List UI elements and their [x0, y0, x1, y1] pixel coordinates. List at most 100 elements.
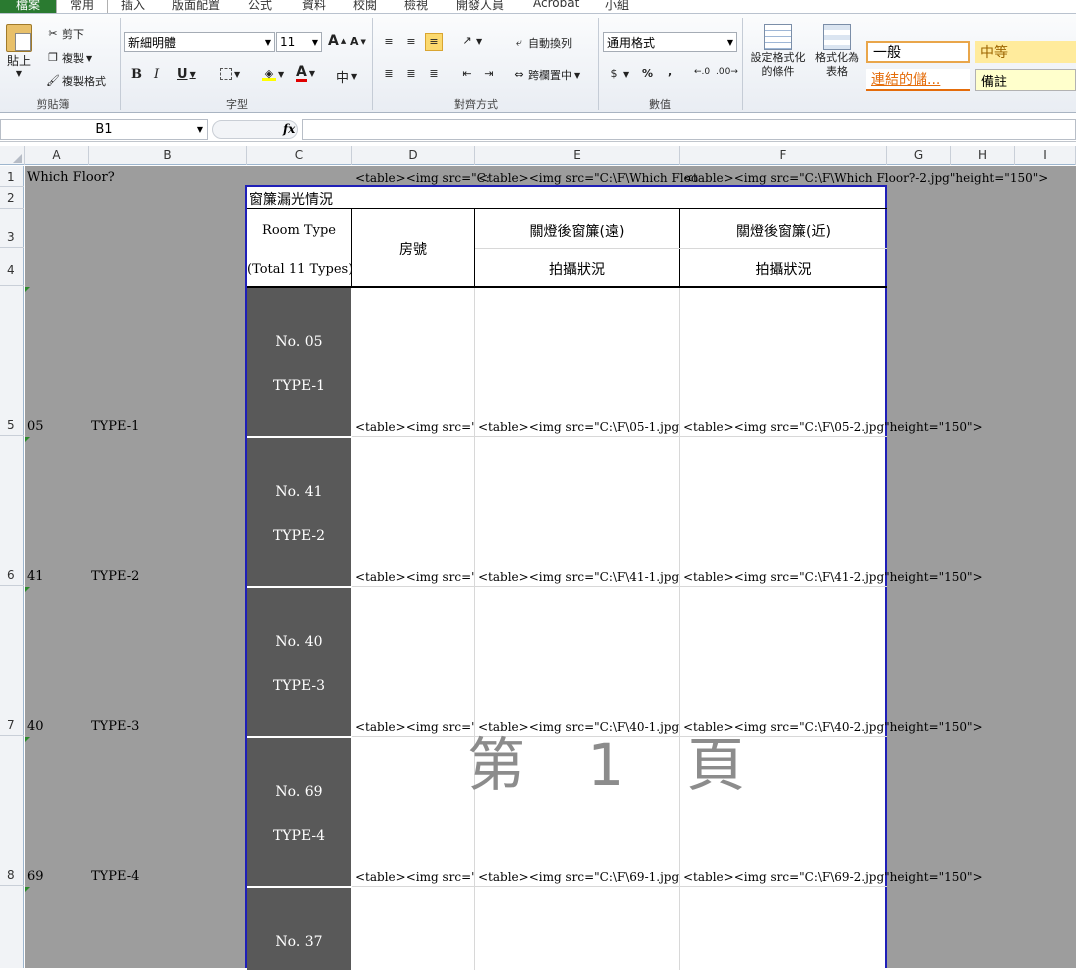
row-header-8[interactable]: 8 — [0, 736, 24, 886]
grow-font-button[interactable]: A ▲ — [328, 33, 346, 49]
error-indicator-icon[interactable] — [25, 437, 30, 442]
cell-c2[interactable]: 窗簾漏光情況 — [249, 189, 333, 209]
cell-d8[interactable]: <table><img src="C: — [355, 870, 474, 884]
cell-b8[interactable]: TYPE-4 — [91, 869, 139, 884]
column-header-e[interactable]: E — [475, 146, 680, 165]
total-types-header[interactable]: (Total 11 Types) — [247, 262, 351, 277]
cell-a1[interactable]: Which Floor? — [27, 170, 115, 185]
row-header-4[interactable]: 4 — [0, 248, 24, 286]
error-indicator-icon[interactable] — [25, 587, 30, 592]
cell-f5[interactable]: <table><img src="C:\F\05-2.jpg"height="1… — [683, 420, 983, 434]
cell-a7[interactable]: 40 — [27, 719, 44, 734]
error-indicator-icon[interactable] — [25, 737, 30, 742]
cell-f8[interactable]: <table><img src="C:\F\69-2.jpg"height="1… — [683, 870, 983, 884]
align-middle-button[interactable]: ≡ — [404, 35, 418, 49]
cut-button[interactable]: ✂ 剪下 — [46, 26, 84, 42]
column-header-c[interactable]: C — [247, 146, 352, 165]
near-shoot-status-header[interactable]: 拍攝狀況 — [680, 259, 887, 279]
tab-acrobat[interactable]: Acrobat — [533, 0, 579, 13]
font-name-select[interactable]: 新細明體 ▼ — [124, 32, 275, 52]
column-header-g[interactable]: G — [887, 146, 951, 165]
phonetic-button[interactable]: 中 ▼ — [336, 67, 357, 86]
shrink-font-button[interactable]: A ▼ — [350, 35, 366, 48]
cell-a5[interactable]: 05 — [27, 419, 44, 434]
underline-button[interactable]: U ▼ — [177, 67, 196, 82]
style-neutral[interactable]: 中等 — [975, 41, 1076, 63]
room-type-header[interactable]: Room Type — [247, 223, 351, 238]
formula-input[interactable] — [302, 119, 1076, 140]
room-type-cell[interactable]: No. 40 TYPE-3 — [247, 588, 351, 736]
room-number-header[interactable]: 房號 — [352, 239, 474, 259]
copy-button[interactable]: ❐ 複製 ▼ — [46, 50, 92, 66]
wrap-text-button[interactable]: ⤶ 自動換列 — [512, 35, 572, 51]
orientation-button[interactable]: ↗ ▼ — [460, 34, 482, 48]
far-curtain-header[interactable]: 關燈後窗簾(遠) — [475, 221, 679, 241]
tab-data[interactable]: 資料 — [302, 0, 326, 13]
error-indicator-icon[interactable] — [25, 887, 30, 892]
align-center-button[interactable]: ≣ — [404, 67, 418, 81]
format-as-table-button[interactable]: 格式化為表格 — [812, 24, 862, 79]
style-normal[interactable]: 一般 — [866, 41, 970, 63]
tab-home[interactable]: 常用 — [56, 0, 108, 13]
tab-review[interactable]: 校閱 — [353, 0, 377, 13]
row-header-2[interactable]: 2 — [0, 187, 24, 209]
font-size-select[interactable]: 11 ▼ — [276, 32, 322, 52]
cell-f1[interactable]: <table><img src="C:\F\Which Floor?-2.jpg… — [683, 171, 1048, 185]
row-header-5[interactable]: 5 — [0, 286, 24, 436]
merge-center-button[interactable]: ⇔ 跨欄置中 ▼ — [512, 67, 580, 83]
tab-formulas[interactable]: 公式 — [248, 0, 272, 13]
near-curtain-header[interactable]: 關燈後窗簾(近) — [680, 221, 887, 241]
tab-page-layout[interactable]: 版面配置 — [172, 0, 220, 13]
insert-function-icon[interactable]: fx — [283, 122, 295, 136]
cell-b6[interactable]: TYPE-2 — [91, 569, 139, 584]
conditional-format-button[interactable]: 設定格式化的條件 — [748, 24, 808, 79]
align-left-button[interactable]: ≣ — [382, 67, 396, 81]
font-color-button[interactable]: A ▼ — [296, 65, 315, 82]
tab-insert[interactable]: 插入 — [121, 0, 145, 13]
comma-button[interactable]: , — [668, 65, 672, 78]
row-header-3[interactable]: 3 — [0, 209, 24, 248]
style-note[interactable]: 備註 — [975, 69, 1076, 91]
column-header-a[interactable]: A — [25, 146, 89, 165]
style-linked-cell[interactable]: 連結的儲... — [866, 69, 970, 91]
row-header-7[interactable]: 7 — [0, 586, 24, 736]
increase-decimal-button[interactable]: ←.0 — [694, 67, 710, 77]
cell-e8[interactable]: <table><img src="C:\F\69-1.jpg"he — [478, 870, 679, 884]
room-type-cell[interactable]: No. 41 TYPE-2 — [247, 438, 351, 586]
tab-team[interactable]: 小組 — [605, 0, 629, 13]
borders-button[interactable]: ▼ — [220, 68, 240, 80]
accounting-format-button[interactable]: $ ▼ — [607, 67, 630, 81]
column-header-h[interactable]: H — [951, 146, 1015, 165]
cell-d6[interactable]: <table><img src="C: — [355, 570, 474, 584]
cell-e6[interactable]: <table><img src="C:\F\41-1.jpg"he — [478, 570, 679, 584]
paste-button[interactable]: 貼上 ▼ — [6, 24, 32, 78]
decrease-decimal-button[interactable]: .00→ — [716, 67, 738, 77]
error-indicator-icon[interactable] — [25, 287, 30, 292]
number-format-select[interactable]: 通用格式 ▼ — [603, 32, 737, 52]
cell-e1[interactable]: <table><img src="C:\F\Which Floo — [478, 171, 698, 185]
column-header-f[interactable]: F — [680, 146, 887, 165]
cell-a6[interactable]: 41 — [27, 569, 44, 584]
row-header-1[interactable]: 1 — [0, 166, 24, 187]
row-header-6[interactable]: 6 — [0, 436, 24, 586]
decrease-indent-button[interactable]: ⇤ — [460, 67, 474, 81]
cell-a8[interactable]: 69 — [27, 869, 44, 884]
cell-f6[interactable]: <table><img src="C:\F\41-2.jpg"height="1… — [683, 570, 983, 584]
italic-button[interactable]: I — [154, 67, 159, 82]
column-header-b[interactable]: B — [89, 146, 247, 165]
cell-d5[interactable]: <table><img src="C: — [355, 420, 474, 434]
select-all-corner[interactable] — [0, 146, 25, 165]
percent-button[interactable]: % — [642, 67, 653, 80]
increase-indent-button[interactable]: ⇥ — [482, 67, 496, 81]
tab-developer[interactable]: 開發人員 — [456, 0, 504, 13]
far-shoot-status-header[interactable]: 拍攝狀況 — [475, 259, 679, 279]
align-bottom-button[interactable]: ≡ — [425, 33, 443, 51]
cell-d1[interactable]: <table><img src="C: — [355, 171, 490, 185]
room-type-cell[interactable]: No. 37 — [247, 888, 351, 970]
column-header-d[interactable]: D — [352, 146, 475, 165]
align-top-button[interactable]: ≡ — [382, 35, 396, 49]
room-type-cell[interactable]: No. 05 TYPE-1 — [247, 288, 351, 436]
name-box[interactable]: B1 ▼ — [0, 119, 208, 140]
align-right-button[interactable]: ≣ — [427, 67, 441, 81]
fill-color-button[interactable]: ◈ ▼ — [262, 67, 284, 81]
